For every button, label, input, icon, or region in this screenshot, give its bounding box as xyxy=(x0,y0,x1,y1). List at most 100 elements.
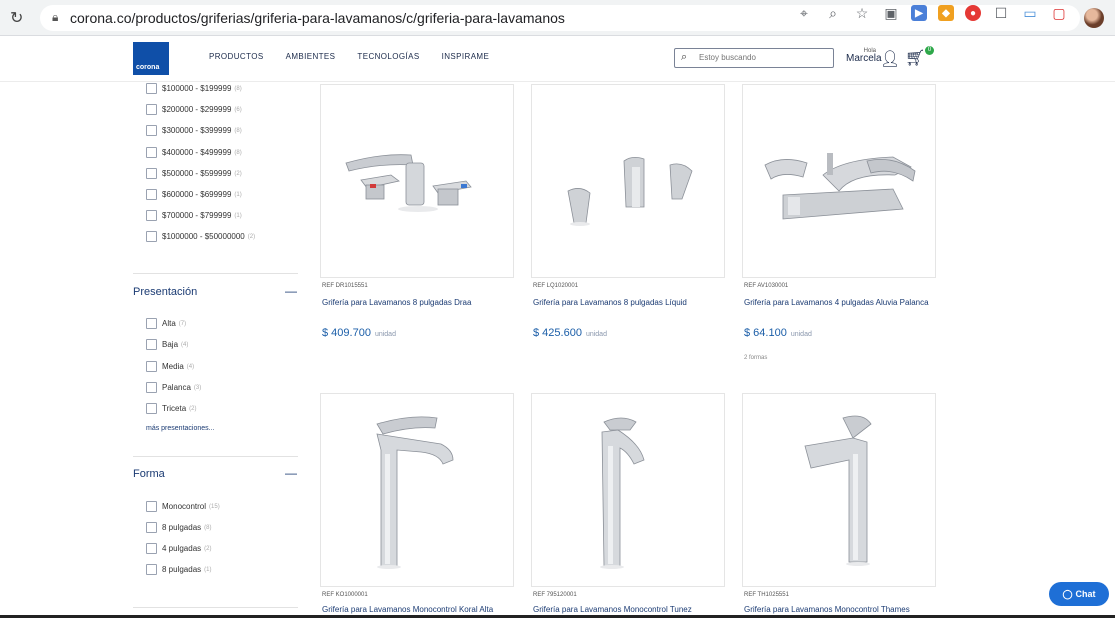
checkbox[interactable] xyxy=(146,210,157,221)
filter-option-price[interactable]: $700000 - $799999 (1) xyxy=(146,210,242,221)
zoom-icon[interactable]: ⌕ xyxy=(824,4,842,22)
checkbox[interactable] xyxy=(146,564,157,575)
filter-option-forma[interactable]: 8 pulgadas (1) xyxy=(146,564,212,575)
product-image[interactable] xyxy=(531,84,725,278)
browser-toolbar: ↻ 🔒︎ corona.co/productos/griferias/grife… xyxy=(0,0,1115,36)
filter-option-presentacion[interactable]: Triceta (2) xyxy=(146,403,197,414)
user-greeting[interactable]: Hola Marcela xyxy=(846,48,882,64)
filter-count: (4) xyxy=(186,363,195,370)
filter-title-forma[interactable]: Forma xyxy=(133,468,165,480)
checkbox[interactable] xyxy=(146,147,157,158)
product-card[interactable]: REF DR1015551 Grifería para Lavamanos 8 … xyxy=(320,84,514,354)
filter-option-presentacion[interactable]: Media (4) xyxy=(146,361,194,372)
checkbox[interactable] xyxy=(146,125,157,136)
nav-productos[interactable]: PRODUCTOS xyxy=(209,52,264,61)
screen-capture-icon[interactable]: ☐ xyxy=(992,4,1010,22)
filter-option-forma[interactable]: Monocontrol (15) xyxy=(146,501,220,512)
price-unit: unidad xyxy=(585,331,607,338)
product-name[interactable]: Grifería para Lavamanos Monocontrol Tune… xyxy=(533,604,723,615)
nav-inspirame[interactable]: INSPIRAME xyxy=(442,52,490,61)
extension-record-icon[interactable]: ● xyxy=(965,5,981,21)
filter-option-price[interactable]: $300000 - $399999 (8) xyxy=(146,125,242,136)
user-icon[interactable]: 👤︎ xyxy=(880,49,900,69)
product-name[interactable]: Grifería para Lavamanos Monocontrol Tham… xyxy=(744,604,934,615)
product-card[interactable]: REF AV1030001 Grifería para Lavamanos 4 … xyxy=(742,84,936,374)
more-presentaciones-link[interactable]: más presentaciones... xyxy=(146,425,214,432)
checkbox[interactable] xyxy=(146,522,157,533)
product-variants[interactable]: 2 formas xyxy=(744,355,767,361)
filter-option-presentacion[interactable]: Alta (7) xyxy=(146,318,186,329)
checkbox[interactable] xyxy=(146,189,157,200)
product-image[interactable] xyxy=(742,84,936,278)
product-name[interactable]: Grifería para Lavamanos 8 pulgadas Draa xyxy=(322,297,512,308)
product-name[interactable]: Grifería para Lavamanos Monocontrol Kora… xyxy=(322,604,512,615)
product-ref: REF AV1030001 xyxy=(744,283,789,289)
checkbox[interactable] xyxy=(146,231,157,242)
filter-count: (8) xyxy=(234,149,242,156)
product-card[interactable]: REF KO1000001 Grifería para Lavamanos Mo… xyxy=(320,393,514,618)
filter-option-price[interactable]: $400000 - $499999 (8) xyxy=(146,147,242,158)
product-image[interactable] xyxy=(742,393,936,587)
bookmark-star-icon[interactable]: ☆ xyxy=(853,4,871,22)
extension-card-icon[interactable]: ▭ xyxy=(1021,4,1039,22)
product-name[interactable]: Grifería para Lavamanos 8 pulgadas Líqui… xyxy=(533,297,723,308)
filter-option-price[interactable]: $500000 - $599999 (2) xyxy=(146,168,242,179)
chat-button[interactable]: ◯ Chat xyxy=(1049,582,1109,606)
filter-option-price[interactable]: $600000 - $699999 (1) xyxy=(146,189,242,200)
filter-option-price[interactable]: $100000 - $199999 (8) xyxy=(146,83,242,94)
profile-avatar[interactable] xyxy=(1084,8,1104,28)
collapse-forma-icon[interactable]: — xyxy=(285,466,297,480)
filter-count: (8) xyxy=(204,524,212,531)
nav-tecnologias[interactable]: TECNOLOGÍAS xyxy=(357,52,419,61)
checkbox[interactable] xyxy=(146,543,157,554)
search-input[interactable] xyxy=(699,53,829,62)
location-icon[interactable]: ⌖ xyxy=(795,4,813,22)
filter-label: $400000 - $499999 xyxy=(162,148,232,157)
checkbox[interactable] xyxy=(146,318,157,329)
cart-icon[interactable]: 🛒︎ xyxy=(905,48,925,68)
collapse-presentacion-icon[interactable]: — xyxy=(285,284,297,298)
search-box[interactable]: ⌕ xyxy=(674,48,834,68)
checkbox[interactable] xyxy=(146,382,157,393)
filter-option-presentacion[interactable]: Baja (4) xyxy=(146,339,188,350)
checkbox[interactable] xyxy=(146,501,157,512)
filter-label: $500000 - $599999 xyxy=(162,169,232,178)
filter-option-price[interactable]: $1000000 - $50000000 (2) xyxy=(146,231,255,242)
filter-count: (1) xyxy=(234,212,242,219)
filter-option-forma[interactable]: 8 pulgadas (8) xyxy=(146,522,212,533)
filter-option-price[interactable]: $200000 - $299999 (6) xyxy=(146,104,242,115)
filter-label: $600000 - $699999 xyxy=(162,190,232,199)
filter-label: Media xyxy=(162,362,184,371)
product-card[interactable]: REF 795120001 Grifería para Lavamanos Mo… xyxy=(531,393,725,618)
url-text[interactable]: corona.co/productos/griferias/griferia-p… xyxy=(70,10,565,26)
price-value: $ 425.600 xyxy=(533,327,582,339)
price-unit: unidad xyxy=(790,331,812,338)
product-card[interactable]: REF LQ1020001 Grifería para Lavamanos 8 … xyxy=(531,84,725,354)
filter-option-forma[interactable]: 4 pulgadas (2) xyxy=(146,543,212,554)
corona-logo[interactable]: corona xyxy=(133,42,169,75)
extension-blue-icon[interactable]: ▶ xyxy=(911,5,927,21)
product-image[interactable] xyxy=(320,84,514,278)
product-name[interactable]: Grifería para Lavamanos 4 pulgadas Aluvi… xyxy=(744,297,934,308)
filter-title-presentacion[interactable]: Presentación xyxy=(133,286,197,298)
checkbox[interactable] xyxy=(146,168,157,179)
search-icon[interactable]: ⌕ xyxy=(681,51,687,64)
extension-orange-icon[interactable]: ◆ xyxy=(938,5,954,21)
user-name[interactable]: Marcela xyxy=(846,53,882,64)
checkbox[interactable] xyxy=(146,104,157,115)
lock-icon[interactable]: 🔒︎ xyxy=(52,10,58,25)
filter-option-presentacion[interactable]: Palanca (3) xyxy=(146,382,201,393)
filter-count: (1) xyxy=(234,191,242,198)
reload-icon[interactable]: ↻ xyxy=(10,8,23,28)
checkbox[interactable] xyxy=(146,403,157,414)
product-image[interactable] xyxy=(531,393,725,587)
product-ref: REF KO1000001 xyxy=(322,592,368,598)
checkbox[interactable] xyxy=(146,83,157,94)
checkbox[interactable] xyxy=(146,361,157,372)
extension-red-icon[interactable]: ▢ xyxy=(1050,4,1068,22)
product-card[interactable]: REF TH1025551 Grifería para Lavamanos Mo… xyxy=(742,393,936,618)
camera-extension-icon[interactable]: ▣ xyxy=(882,4,900,22)
checkbox[interactable] xyxy=(146,339,157,350)
product-image[interactable] xyxy=(320,393,514,587)
nav-ambientes[interactable]: AMBIENTES xyxy=(286,52,336,61)
